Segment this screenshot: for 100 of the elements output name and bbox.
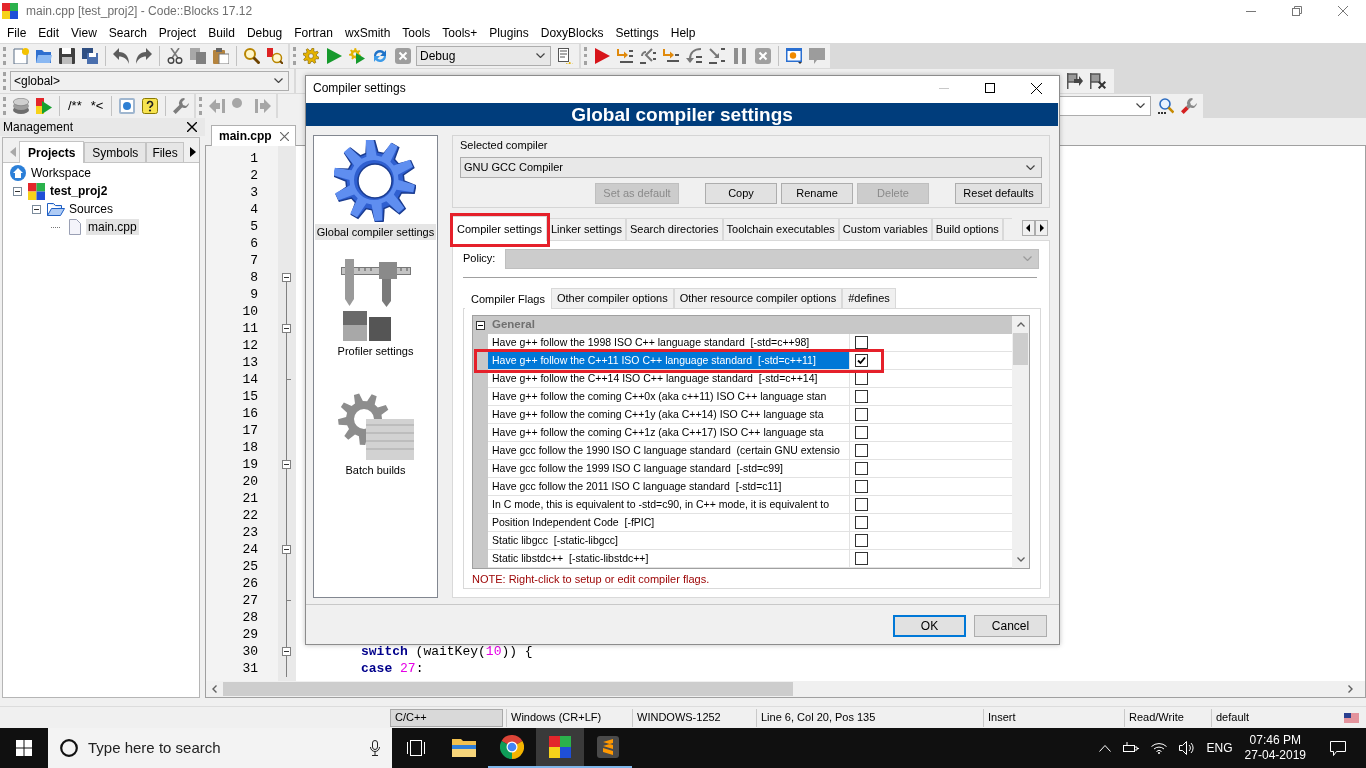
menu-item[interactable]: wxSmith bbox=[338, 23, 397, 42]
wifi-icon[interactable] bbox=[1150, 742, 1167, 754]
tree-item[interactable]: main.cpp bbox=[86, 219, 139, 235]
collapse-icon[interactable] bbox=[32, 204, 41, 214]
caliper-icon[interactable] bbox=[340, 259, 411, 341]
checkbox[interactable] bbox=[855, 354, 868, 367]
microphone-icon[interactable] bbox=[370, 740, 380, 756]
category-item[interactable]: Global compiler settings bbox=[314, 224, 437, 240]
menu-item[interactable]: Tools bbox=[396, 23, 437, 42]
search-field[interactable]: Type here to search bbox=[88, 737, 348, 759]
tab[interactable]: Compiler settings bbox=[452, 216, 547, 241]
flag-label[interactable]: Static libstdc++ [-static-libstdc++] bbox=[488, 550, 850, 568]
tab[interactable]: Toolchain executables bbox=[722, 218, 839, 240]
tab[interactable]: Build options bbox=[931, 218, 1003, 240]
button[interactable]: Rename bbox=[781, 183, 853, 204]
scrollbar[interactable] bbox=[1012, 316, 1029, 568]
checkbox[interactable] bbox=[855, 534, 868, 547]
step-icon[interactable] bbox=[709, 47, 725, 64]
minimize-icon[interactable] bbox=[1246, 10, 1256, 12]
arrow-left-icon[interactable] bbox=[1022, 220, 1035, 236]
checkbox[interactable] bbox=[855, 516, 868, 529]
tab[interactable]: Search directories bbox=[625, 218, 723, 240]
tab[interactable]: main.cpp bbox=[211, 125, 296, 146]
checkbox[interactable] bbox=[855, 498, 868, 511]
wrench-icon[interactable] bbox=[173, 97, 190, 114]
checkbox[interactable] bbox=[855, 390, 868, 403]
scissors-icon[interactable] bbox=[167, 47, 183, 64]
button[interactable]: Copy bbox=[705, 183, 777, 204]
play-icon[interactable] bbox=[326, 47, 342, 64]
step-icon[interactable] bbox=[617, 47, 633, 64]
gear-icon[interactable] bbox=[334, 140, 417, 222]
tree-item[interactable]: Sources bbox=[67, 201, 116, 217]
chevron-down-icon[interactable] bbox=[274, 78, 283, 83]
tab[interactable]: Symbols bbox=[84, 142, 147, 162]
copy-icon[interactable] bbox=[190, 47, 206, 64]
refresh-icon[interactable] bbox=[372, 47, 388, 64]
wrench-icon[interactable] bbox=[1181, 97, 1198, 114]
search-icon[interactable] bbox=[1158, 97, 1175, 114]
toolbar-grip[interactable] bbox=[199, 96, 203, 115]
flag-label[interactable]: Have g++ follow the C++14 ISO C++ language standard [-std=c++14] bbox=[488, 370, 850, 388]
undo-icon[interactable] bbox=[113, 47, 129, 64]
menu-item[interactable]: View bbox=[65, 23, 103, 42]
gear-play-icon[interactable] bbox=[349, 47, 365, 64]
chevron-down-icon[interactable] bbox=[1026, 165, 1035, 170]
scope-dropdown[interactable]: <global> bbox=[10, 70, 289, 91]
clipboard-icon[interactable] bbox=[213, 47, 229, 64]
comment-button[interactable]: *< bbox=[89, 99, 105, 112]
flag-label[interactable]: Have gcc follow the 1999 ISO C language standard [-std=c99] bbox=[488, 460, 850, 478]
arrow-right-icon[interactable] bbox=[1035, 220, 1048, 236]
open-folder-icon[interactable] bbox=[36, 47, 52, 64]
redo-icon[interactable] bbox=[136, 47, 152, 64]
stop-icon[interactable] bbox=[395, 47, 411, 64]
taskbar-app[interactable] bbox=[536, 728, 584, 768]
flag-label[interactable]: Have g++ follow the coming C++1y (aka C++14) ISO C++ language sta bbox=[488, 406, 850, 424]
category-item[interactable]: Profiler settings bbox=[335, 343, 416, 359]
checkbox[interactable] bbox=[855, 462, 868, 475]
search-box[interactable]: Type here to search bbox=[48, 728, 392, 768]
menu-item[interactable]: Build bbox=[202, 23, 241, 42]
floppy-disks-icon[interactable] bbox=[82, 47, 98, 64]
collapse-icon[interactable] bbox=[476, 320, 485, 330]
collapse-icon[interactable] bbox=[282, 541, 291, 558]
compiler-dropdown[interactable]: GNU GCC Compiler bbox=[460, 157, 1042, 178]
tree-item[interactable]: test_proj2 bbox=[48, 183, 110, 199]
scrollbar-thumb[interactable] bbox=[223, 682, 793, 696]
step-icon[interactable] bbox=[640, 47, 656, 64]
checkbox[interactable] bbox=[855, 426, 868, 439]
segmented-circle-icon[interactable] bbox=[500, 735, 524, 759]
flag-label[interactable]: Position Independent Code [-fPIC] bbox=[488, 514, 850, 532]
button[interactable]: OK bbox=[893, 615, 966, 637]
scrollbar-thumb[interactable] bbox=[1013, 333, 1028, 365]
menu-item[interactable]: Fortran bbox=[288, 23, 339, 42]
menu-item[interactable]: Project bbox=[152, 23, 203, 42]
menu-item[interactable]: Tools+ bbox=[436, 23, 484, 42]
toolbar-grip[interactable] bbox=[3, 46, 6, 65]
chevron-down-icon[interactable] bbox=[1136, 103, 1146, 108]
chevron-down-icon[interactable] bbox=[536, 53, 545, 58]
tab[interactable]: Other resource compiler options bbox=[673, 288, 843, 308]
flag-label[interactable]: Have g++ follow the coming C++1z (aka C++17) ISO C++ language sta bbox=[488, 424, 850, 442]
build-target-dropdown[interactable]: Debug bbox=[416, 45, 551, 66]
flag-label[interactable]: Have gcc follow the 1990 ISO C language standard (certain GNU extensio bbox=[488, 442, 850, 460]
help-icon[interactable] bbox=[142, 97, 159, 114]
flag-arrow-icon[interactable] bbox=[1067, 72, 1083, 89]
checkbox[interactable] bbox=[855, 336, 868, 349]
stack-icon[interactable] bbox=[13, 97, 29, 114]
colored-squares-icon[interactable] bbox=[549, 736, 571, 758]
toolbar-grip[interactable] bbox=[3, 71, 6, 90]
step-icon[interactable] bbox=[686, 47, 702, 64]
collapse-icon[interactable] bbox=[282, 320, 291, 337]
monitor-icon[interactable] bbox=[119, 97, 136, 114]
collapse-icon[interactable] bbox=[282, 456, 291, 473]
maximize-icon[interactable] bbox=[985, 83, 995, 93]
flag-label[interactable]: Have g++ follow the coming C++0x (aka c++11) ISO C++ language stan bbox=[488, 388, 850, 406]
close-icon[interactable] bbox=[1030, 82, 1042, 94]
flag-label[interactable]: Have gcc follow the 2011 ISO C language standard [-std=c11] bbox=[488, 478, 850, 496]
zigzag-tile-icon[interactable] bbox=[597, 736, 619, 758]
windows-logo-icon[interactable] bbox=[16, 740, 32, 756]
menu-item[interactable]: Help bbox=[664, 23, 702, 42]
pause-icon[interactable] bbox=[732, 47, 748, 64]
toolbar-grip[interactable] bbox=[584, 46, 587, 65]
button[interactable]: Cancel bbox=[974, 615, 1047, 637]
